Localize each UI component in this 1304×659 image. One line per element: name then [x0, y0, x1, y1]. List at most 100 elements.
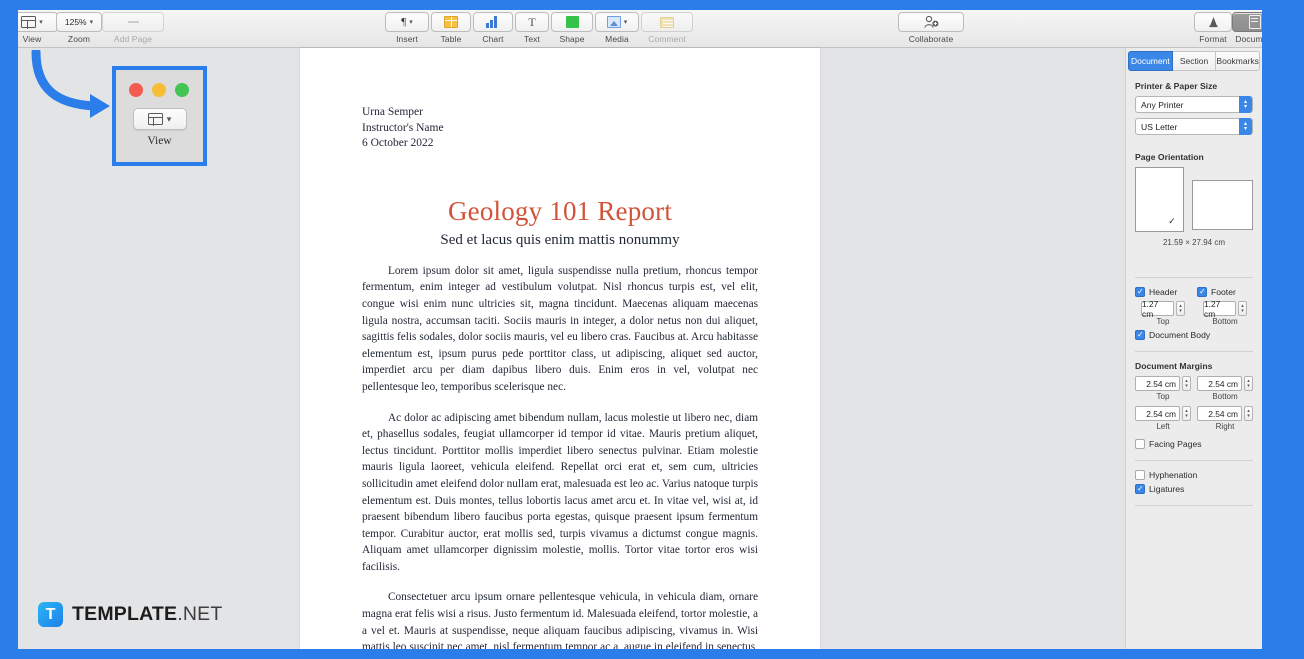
toolbar-insert-group: ¶ ▾ Insert — [385, 12, 429, 44]
format-button[interactable] — [1194, 12, 1232, 32]
paper-dimensions: 21.59 × 27.94 cm — [1162, 238, 1226, 247]
margin-right-label: Right — [1215, 422, 1235, 431]
divider — [1135, 505, 1253, 506]
text-button[interactable]: T — [515, 12, 549, 32]
margin-bottom-field-wrap: 2.54 cm ▴ ▾ — [1197, 376, 1253, 391]
main-toolbar: ▾ View 125% ▾ Zoom Add Page ¶ ▾ Insert T… — [18, 10, 1262, 48]
view-button-callout: ▾ View — [112, 66, 207, 166]
tab-bookmarks[interactable]: Bookmarks — [1216, 51, 1261, 71]
ligatures-checkbox[interactable] — [1135, 483, 1145, 495]
document-button[interactable] — [1232, 12, 1262, 32]
callout-arrow — [31, 50, 110, 118]
toolbar-table-group: Table — [431, 12, 471, 44]
table-label: Table — [440, 34, 462, 44]
chevron-down-icon: ▾ — [89, 18, 94, 26]
header-top-value[interactable]: 1.27 cm — [1141, 299, 1174, 319]
toolbar-format-group: Format — [1194, 12, 1232, 44]
margin-left-value[interactable]: 2.54 cm — [1135, 406, 1180, 421]
toolbar-shape-group: Shape — [551, 12, 593, 44]
collaborate-person-icon — [923, 15, 939, 29]
tab-document[interactable]: Document — [1128, 51, 1173, 71]
orientation-portrait[interactable]: ✓ — [1135, 167, 1184, 232]
zoom-window-button[interactable] — [175, 83, 189, 97]
divider — [1135, 277, 1253, 278]
zoom-value: 125% — [64, 17, 87, 27]
blue-frame-background: ▾ View 125% ▾ Zoom Add Page ¶ ▾ Insert T… — [0, 0, 1304, 659]
header-checkbox-row[interactable]: Header — [1135, 286, 1191, 298]
stepper-icon[interactable]: ▴ ▾ — [1239, 96, 1252, 113]
header-checkbox[interactable] — [1135, 286, 1145, 298]
hyphenation-checkbox[interactable] — [1135, 470, 1145, 480]
page-orientation-heading: Page Orientation — [1135, 152, 1204, 162]
toolbar-text-group: T Text — [515, 12, 549, 44]
document-body-checkbox-row[interactable]: Document Body — [1135, 329, 1253, 341]
document-label: Document — [1235, 34, 1262, 44]
facing-pages-checkbox[interactable] — [1135, 439, 1145, 449]
chevron-down-icon: ▾ — [409, 18, 413, 26]
chart-button[interactable] — [473, 12, 513, 32]
footer-checkbox[interactable] — [1197, 286, 1207, 298]
toolbar-document-group: Document — [1232, 12, 1262, 44]
stepper-icon[interactable]: ▴ ▾ — [1244, 376, 1253, 391]
text-label: Text — [524, 34, 540, 44]
stepper-icon[interactable]: ▴ ▾ — [1238, 301, 1247, 316]
window-traffic-lights — [116, 70, 203, 97]
footer-bottom-field-wrap: 1.27 cm ▴ ▾ — [1197, 299, 1253, 319]
insert-button[interactable]: ¶ ▾ — [385, 12, 429, 32]
stepper-icon[interactable]: ▴ ▾ — [1244, 406, 1253, 421]
toolbar-add-page-group: Add Page — [102, 12, 164, 44]
close-window-button[interactable] — [129, 83, 143, 97]
sidebar-layout-icon — [147, 113, 163, 126]
printer-select[interactable]: Any Printer ▴ ▾ — [1135, 96, 1253, 113]
margin-bottom-value[interactable]: 2.54 cm — [1197, 376, 1242, 391]
stepper-icon[interactable]: ▴ ▾ — [1239, 118, 1252, 135]
footer-bottom-value[interactable]: 1.27 cm — [1203, 299, 1236, 319]
doc-paragraph: Lorem ipsum dolor sit amet, ligula suspe… — [362, 264, 758, 393]
page-orientation-options: ✓ — [1135, 167, 1253, 232]
printer-value: Any Printer — [1141, 99, 1184, 110]
view-button[interactable]: ▾ — [18, 12, 58, 32]
comment-button[interactable] — [641, 12, 693, 32]
ligatures-row[interactable]: Ligatures — [1135, 483, 1253, 495]
header-footer-row: Header 1.27 cm ▴▾ Top Footer — [1135, 286, 1253, 326]
margin-right-value[interactable]: 2.54 cm — [1197, 406, 1242, 421]
printer-paper-heading: Printer & Paper Size — [1135, 81, 1218, 91]
footer-checkbox-row[interactable]: Footer — [1197, 286, 1253, 298]
zoom-button[interactable]: 125% ▾ — [56, 12, 102, 32]
tab-section[interactable]: Section — [1172, 51, 1217, 71]
media-button[interactable]: ▾ — [595, 12, 639, 32]
text-t-icon: T — [528, 15, 536, 29]
header-label: Header — [1149, 287, 1178, 297]
minimize-window-button[interactable] — [152, 83, 166, 97]
toolbar-media-group: ▾ Media — [595, 12, 639, 44]
inspector-tabs: Document Section Bookmarks — [1128, 51, 1261, 71]
doc-date: 6 October 2022 — [362, 137, 434, 150]
margin-top-value[interactable]: 2.54 cm — [1135, 376, 1180, 391]
add-page-button[interactable] — [102, 12, 164, 32]
chevron-down-icon: ▾ — [166, 113, 172, 124]
zoom-label: Zoom — [67, 34, 91, 44]
table-icon — [444, 16, 458, 28]
paragraph-mark-icon: ¶ — [401, 15, 407, 28]
document-inspector-panel: Document Section Bookmarks Printer & Pap… — [1125, 48, 1262, 649]
collaborate-button[interactable] — [898, 12, 964, 32]
document-body-checkbox[interactable] — [1135, 329, 1145, 341]
stepper-icon[interactable]: ▴ ▾ — [1176, 301, 1185, 316]
table-button[interactable] — [431, 12, 471, 32]
orientation-landscape[interactable] — [1191, 180, 1253, 230]
margin-top-label: Top — [1156, 392, 1170, 401]
shape-label: Shape — [559, 34, 585, 44]
stepper-icon[interactable]: ▴ ▾ — [1182, 406, 1191, 421]
paper-size-select[interactable]: US Letter ▴ ▾ — [1135, 118, 1253, 135]
margins-row-top: 2.54 cm ▴ ▾ Top 2.54 cm ▴ ▾ Bottom — [1135, 376, 1253, 401]
paper-size-value: US Letter — [1141, 121, 1178, 132]
footer-label: Footer — [1211, 287, 1236, 297]
stepper-icon[interactable]: ▴ ▾ — [1182, 376, 1191, 391]
facing-pages-row[interactable]: Facing Pages — [1135, 439, 1253, 449]
ligatures-label: Ligatures — [1149, 484, 1185, 494]
hyphenation-row[interactable]: Hyphenation — [1135, 470, 1253, 480]
pages-app-window: ▾ View 125% ▾ Zoom Add Page ¶ ▾ Insert T… — [18, 10, 1262, 649]
shape-button[interactable] — [551, 12, 593, 32]
document-page[interactable]: Urna Semper Instructor's Name 6 October … — [300, 48, 820, 649]
callout-view-button[interactable]: ▾ — [132, 108, 187, 130]
